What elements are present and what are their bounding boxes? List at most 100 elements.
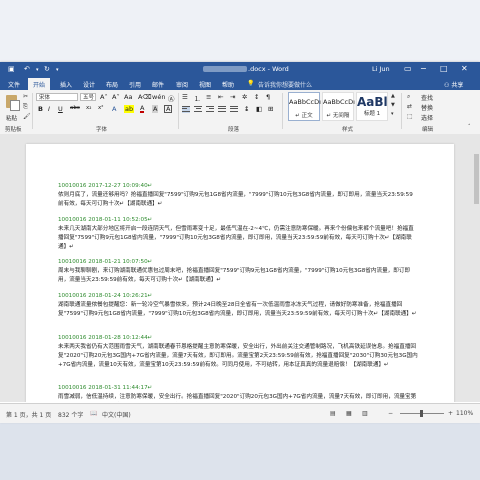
style-heading-1[interactable]: AaBl 标题 1 <box>356 92 388 121</box>
customize-toolbar-icon[interactable]: ▾ <box>56 67 59 73</box>
text-effects-icon[interactable]: A <box>112 105 116 113</box>
message-body: 周末与我聊聊剧，来订购湖南联通优惠包过周末吧，抢福直播回复"7599"订购9元包… <box>58 268 411 283</box>
font-color-button[interactable]: A <box>140 105 145 113</box>
language-status[interactable]: 中文(中国) <box>102 410 131 419</box>
tab-file[interactable]: 文件 <box>8 80 20 89</box>
word-count[interactable]: 832 个字 <box>58 410 83 419</box>
zoom-in-button[interactable]: + <box>448 410 453 417</box>
highlight-icon[interactable]: ab <box>124 105 135 113</box>
char-border-icon[interactable]: A <box>164 105 173 113</box>
paste-button-label[interactable]: 粘贴 <box>6 114 17 122</box>
decrease-indent-icon[interactable]: ⇤ <box>218 93 223 101</box>
grow-font-icon[interactable]: A˄ <box>100 93 108 101</box>
shrink-font-icon[interactable]: A˅ <box>112 93 120 101</box>
zoom-out-button[interactable]: − <box>388 410 393 417</box>
message-entry: 10010016 2018-01-11 10:52:05↵ 未来几天湖南大部分地… <box>58 216 418 252</box>
underline-button[interactable]: U <box>58 105 63 113</box>
message-header: 10010016 2018-01-28 10:12:44↵ <box>58 335 153 341</box>
tell-me-search[interactable]: 告诉我你想要做什么 <box>258 80 312 89</box>
ribbon-display-icon[interactable]: ▭ <box>404 64 412 73</box>
maximize-icon[interactable]: □ <box>440 64 448 73</box>
multilevel-list-icon[interactable]: ≡ <box>206 93 211 101</box>
tab-review[interactable]: 审阅 <box>176 80 188 89</box>
style-name: 标题 1 <box>363 111 381 117</box>
cut-icon[interactable]: ✂ <box>23 93 28 100</box>
user-name[interactable]: Li Jun <box>372 65 390 73</box>
format-painter-icon[interactable]: 🖌 <box>23 113 31 120</box>
borders-icon[interactable]: ⊞ <box>268 105 273 113</box>
paste-icon[interactable] <box>4 92 20 114</box>
font-name-dropdown[interactable]: 宋体 <box>36 93 78 101</box>
close-icon[interactable]: ✕ <box>461 64 468 73</box>
read-mode-icon[interactable]: ▤ <box>330 410 336 417</box>
tab-view[interactable]: 视图 <box>199 80 211 89</box>
style-name: ↵ 正文 <box>295 113 313 119</box>
undo-dropdown-icon[interactable]: ▾ <box>36 67 39 73</box>
copy-icon[interactable]: ⎘ <box>23 103 28 111</box>
tab-mailings[interactable]: 邮件 <box>152 80 164 89</box>
redo-icon[interactable]: ↻ <box>44 65 50 73</box>
style-normal[interactable]: AaBbCcDı ↵ 正文 <box>288 92 321 121</box>
message-entry: 10010016 2018-01-28 10:12:44↵ 未来两天我省仍有大范… <box>58 334 418 370</box>
select-button[interactable]: 选择 <box>421 113 433 122</box>
minimize-icon[interactable]: − <box>420 64 427 73</box>
show-marks-icon[interactable]: ¶ <box>266 93 270 101</box>
justify-icon[interactable] <box>218 106 226 113</box>
styles-scroll-up-icon[interactable]: ▲ <box>391 93 395 99</box>
scrollbar-thumb[interactable] <box>474 154 479 204</box>
align-center-icon[interactable] <box>194 106 202 113</box>
phonetic-guide-icon[interactable]: wén <box>152 93 165 101</box>
zoom-level[interactable]: 110% <box>456 410 473 417</box>
page-count[interactable]: 第 1 页，共 1 页 <box>6 410 51 419</box>
style-name: ↵ 无间隔 <box>326 113 350 119</box>
tab-insert[interactable]: 插入 <box>60 80 72 89</box>
message-body: 湖南联通流量侬餐包提醒您：新一轮冷空气暴雪侬来，预计24日晚至28日全省有一次低… <box>58 302 417 317</box>
replace-button[interactable]: 替换 <box>421 103 433 112</box>
shading-icon[interactable]: ◧ <box>256 105 262 113</box>
increase-indent-icon[interactable]: ⇥ <box>230 93 235 101</box>
subscript-button[interactable]: x₂ <box>86 105 91 111</box>
undo-icon[interactable]: ↶ <box>24 65 30 73</box>
find-button[interactable]: 查找 <box>421 93 433 102</box>
strikethrough-button[interactable]: abc <box>70 105 80 111</box>
filename-redacted <box>203 66 247 72</box>
font-size-dropdown[interactable]: 五号 <box>80 93 96 101</box>
chinese-layout-icon[interactable]: ✲ <box>242 93 247 101</box>
tab-layout[interactable]: 布局 <box>106 80 118 89</box>
change-case-icon[interactable]: Aa <box>124 93 132 101</box>
bullets-icon[interactable]: ☰ <box>182 93 188 101</box>
vertical-scrollbar[interactable] <box>473 134 480 402</box>
align-left-icon[interactable] <box>182 106 190 113</box>
share-button[interactable]: ⚇ 共享 <box>444 80 463 89</box>
tab-references[interactable]: 引用 <box>129 80 141 89</box>
collapse-ribbon-icon[interactable]: ˄ <box>468 124 471 130</box>
zoom-slider-handle[interactable] <box>420 410 423 417</box>
numbering-icon[interactable]: ⒈ <box>194 93 201 103</box>
clear-format-icon[interactable]: A⌫ <box>138 93 152 101</box>
style-no-spacing[interactable]: AaBbCcDı ↵ 无间隔 <box>322 92 355 121</box>
message-body: 雨雪减弱，信低温持续，注意防寒保暖，安全出行。抢福直播回复"2020"订购20元… <box>58 394 417 400</box>
line-spacing-icon[interactable]: ↨ <box>244 105 249 113</box>
proofing-icon[interactable]: 📖 <box>90 410 97 417</box>
tab-design[interactable]: 设计 <box>83 80 95 89</box>
background-bottom <box>0 422 480 480</box>
group-divider <box>282 93 283 129</box>
superscript-button[interactable]: x² <box>98 105 103 111</box>
distribute-icon[interactable] <box>230 106 238 113</box>
char-shading-icon[interactable]: A <box>152 105 159 113</box>
web-layout-icon[interactable]: ▥ <box>362 410 368 417</box>
print-layout-icon[interactable]: ▦ <box>346 410 352 417</box>
group-divider <box>401 93 402 129</box>
bold-button[interactable]: B <box>38 105 43 113</box>
align-right-icon[interactable] <box>206 106 214 113</box>
sort-icon[interactable]: ↕ <box>254 93 259 101</box>
italic-button[interactable]: I <box>48 105 50 113</box>
replace-icon: ⇄ <box>407 103 413 110</box>
styles-scroll-down-icon[interactable]: ▼ <box>391 102 395 108</box>
tab-home[interactable]: 开始 <box>28 78 51 90</box>
styles-more-icon[interactable]: ▾ <box>391 111 394 117</box>
tab-help[interactable]: 帮助 <box>222 80 234 89</box>
enclose-char-icon[interactable]: Ⓐ <box>168 93 175 103</box>
save-icon[interactable]: ▣ <box>8 65 15 73</box>
message-entry: 10010016 2018-01-31 11:44:17↵ 雨雪减弱，信低温持续… <box>58 384 418 402</box>
